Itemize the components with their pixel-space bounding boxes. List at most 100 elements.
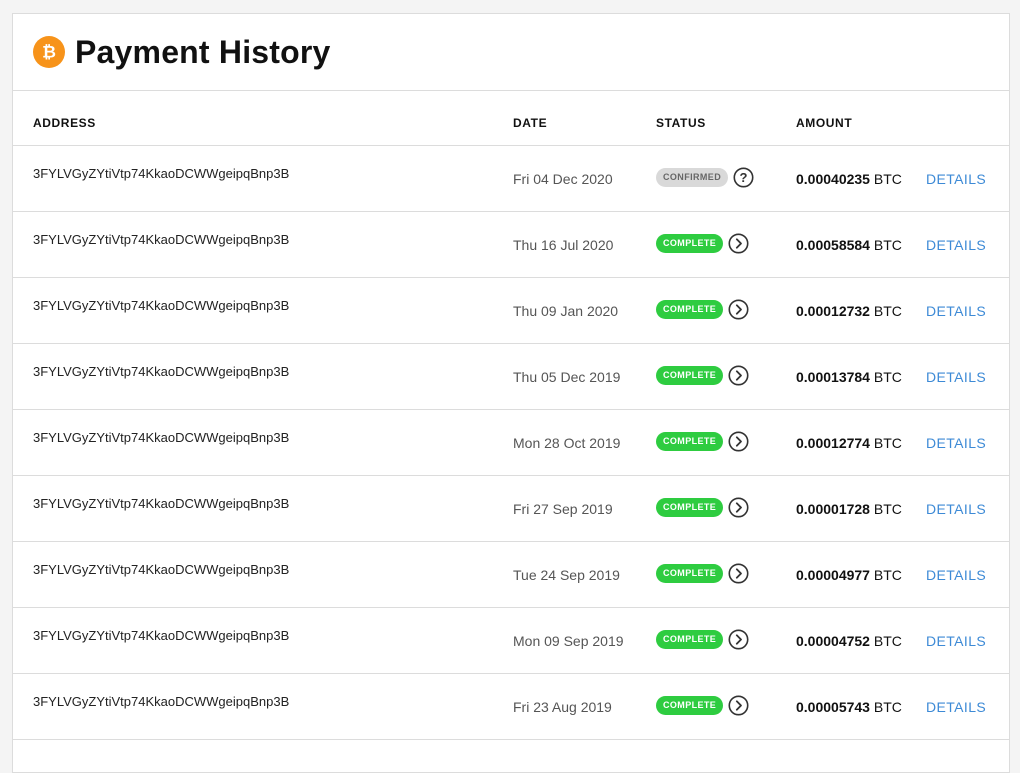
payment-amount: 0.00004977 BTC — [796, 567, 902, 583]
status-badge: COMPLETE — [656, 234, 724, 253]
table-row: 3FYLVGyZYtiVtp74KkaoDCWWgeipqBnp3B Fri 2… — [13, 674, 1009, 740]
amount-currency: BTC — [873, 567, 902, 583]
payment-status: COMPLETE — [656, 431, 749, 452]
column-header-date: DATE — [513, 116, 548, 130]
payment-amount: 0.00001728 BTC — [796, 501, 902, 517]
payment-amount: 0.00012732 BTC — [796, 303, 902, 319]
details-link[interactable]: DETAILS — [926, 171, 986, 187]
details-link[interactable]: DETAILS — [926, 633, 986, 649]
status-badge: CONFIRMED — [656, 168, 729, 187]
payment-amount: 0.00058584 BTC — [796, 237, 902, 253]
amount-value: 0.00004752 — [796, 633, 870, 649]
payment-address: 3FYLVGyZYtiVtp74KkaoDCWWgeipqBnp3B — [33, 298, 290, 313]
amount-currency: BTC — [873, 171, 902, 187]
table-row: 3FYLVGyZYtiVtp74KkaoDCWWgeipqBnp3B Thu 0… — [13, 278, 1009, 344]
payment-address: 3FYLVGyZYtiVtp74KkaoDCWWgeipqBnp3B — [33, 364, 290, 379]
payment-date: Fri 04 Dec 2020 — [513, 171, 613, 187]
chevron-right-circle-icon[interactable] — [728, 497, 749, 518]
table-row: 3FYLVGyZYtiVtp74KkaoDCWWgeipqBnp3B Thu 0… — [13, 344, 1009, 410]
payment-status: COMPLETE — [656, 563, 749, 584]
page-header: ₿ Payment History — [13, 14, 1009, 91]
table-row: 3FYLVGyZYtiVtp74KkaoDCWWgeipqBnp3B Fri 2… — [13, 476, 1009, 542]
amount-value: 0.00005743 — [796, 699, 870, 715]
chevron-right-circle-icon[interactable] — [728, 563, 749, 584]
svg-text:₿: ₿ — [42, 43, 56, 62]
details-link[interactable]: DETAILS — [926, 567, 986, 583]
payment-amount: 0.00012774 BTC — [796, 435, 902, 451]
chevron-right-circle-icon[interactable] — [728, 233, 749, 254]
amount-currency: BTC — [873, 237, 902, 253]
details-link[interactable]: DETAILS — [926, 369, 986, 385]
amount-currency: BTC — [873, 369, 902, 385]
bitcoin-icon: ₿ — [33, 36, 65, 68]
status-badge: COMPLETE — [656, 498, 724, 517]
svg-text:?: ? — [740, 170, 748, 185]
amount-currency: BTC — [873, 699, 902, 715]
payment-date: Thu 09 Jan 2020 — [513, 303, 619, 319]
status-badge: COMPLETE — [656, 564, 724, 583]
chevron-right-circle-icon[interactable] — [728, 431, 749, 452]
table-row: 3FYLVGyZYtiVtp74KkaoDCWWgeipqBnp3B Mon 0… — [13, 608, 1009, 674]
status-badge: COMPLETE — [656, 300, 724, 319]
details-link[interactable]: DETAILS — [926, 699, 986, 715]
table-row: 3FYLVGyZYtiVtp74KkaoDCWWgeipqBnp3B Fri 0… — [13, 146, 1009, 212]
page-title: Payment History — [75, 33, 331, 70]
payment-status: COMPLETE — [656, 299, 749, 320]
status-badge: COMPLETE — [656, 630, 724, 649]
payment-date: Thu 16 Jul 2020 — [513, 237, 614, 253]
details-link[interactable]: DETAILS — [926, 237, 986, 253]
amount-currency: BTC — [873, 633, 902, 649]
column-header-address: ADDRESS — [33, 116, 96, 130]
column-header-amount: AMOUNT — [796, 116, 853, 130]
amount-currency: BTC — [873, 435, 902, 451]
payment-date: Mon 09 Sep 2019 — [513, 633, 624, 649]
payment-amount: 0.00005743 BTC — [796, 699, 902, 715]
table-row: 3FYLVGyZYtiVtp74KkaoDCWWgeipqBnp3B Mon 2… — [13, 410, 1009, 476]
payment-address: 3FYLVGyZYtiVtp74KkaoDCWWgeipqBnp3B — [33, 496, 290, 511]
payment-status: COMPLETE — [656, 233, 749, 254]
payment-date: Mon 28 Oct 2019 — [513, 435, 621, 451]
chevron-right-circle-icon[interactable] — [728, 629, 749, 650]
payment-status: COMPLETE — [656, 365, 749, 386]
payment-date: Fri 23 Aug 2019 — [513, 699, 612, 715]
payment-status: COMPLETE — [656, 497, 749, 518]
payment-amount: 0.00040235 BTC — [796, 171, 902, 187]
table-header: ADDRESS DATE STATUS AMOUNT — [13, 91, 1009, 146]
status-badge: COMPLETE — [656, 696, 724, 715]
payment-date: Tue 24 Sep 2019 — [513, 567, 620, 583]
status-badge: COMPLETE — [656, 432, 724, 451]
chevron-right-circle-icon[interactable] — [728, 365, 749, 386]
payment-status: COMPLETE — [656, 629, 749, 650]
amount-value: 0.00012774 — [796, 435, 870, 451]
status-badge: COMPLETE — [656, 366, 724, 385]
table-row: 3FYLVGyZYtiVtp74KkaoDCWWgeipqBnp3B Tue 2… — [13, 542, 1009, 608]
payment-status: CONFIRMED ? — [656, 167, 754, 188]
chevron-right-circle-icon[interactable] — [728, 695, 749, 716]
amount-value: 0.00012732 — [796, 303, 870, 319]
details-link[interactable]: DETAILS — [926, 303, 986, 319]
payment-address: 3FYLVGyZYtiVtp74KkaoDCWWgeipqBnp3B — [33, 694, 290, 709]
amount-value: 0.00001728 — [796, 501, 870, 517]
table-body: 3FYLVGyZYtiVtp74KkaoDCWWgeipqBnp3B Fri 0… — [13, 146, 1009, 740]
amount-value: 0.00013784 — [796, 369, 870, 385]
details-link[interactable]: DETAILS — [926, 435, 986, 451]
payment-date: Thu 05 Dec 2019 — [513, 369, 621, 385]
amount-value: 0.00058584 — [796, 237, 870, 253]
payment-amount: 0.00013784 BTC — [796, 369, 902, 385]
details-link[interactable]: DETAILS — [926, 501, 986, 517]
payment-address: 3FYLVGyZYtiVtp74KkaoDCWWgeipqBnp3B — [33, 562, 290, 577]
chevron-right-circle-icon[interactable] — [728, 299, 749, 320]
table-row: 3FYLVGyZYtiVtp74KkaoDCWWgeipqBnp3B Thu 1… — [13, 212, 1009, 278]
payment-address: 3FYLVGyZYtiVtp74KkaoDCWWgeipqBnp3B — [33, 232, 290, 247]
payment-amount: 0.00004752 BTC — [796, 633, 902, 649]
amount-value: 0.00040235 — [796, 171, 870, 187]
column-header-status: STATUS — [656, 116, 706, 130]
payment-history-card: ₿ Payment History ADDRESS DATE STATUS AM… — [12, 13, 1010, 773]
question-circle-icon[interactable]: ? — [733, 167, 754, 188]
payment-address: 3FYLVGyZYtiVtp74KkaoDCWWgeipqBnp3B — [33, 430, 290, 445]
payment-date: Fri 27 Sep 2019 — [513, 501, 613, 517]
payment-address: 3FYLVGyZYtiVtp74KkaoDCWWgeipqBnp3B — [33, 628, 290, 643]
payment-status: COMPLETE — [656, 695, 749, 716]
amount-currency: BTC — [873, 501, 902, 517]
payment-address: 3FYLVGyZYtiVtp74KkaoDCWWgeipqBnp3B — [33, 166, 290, 181]
